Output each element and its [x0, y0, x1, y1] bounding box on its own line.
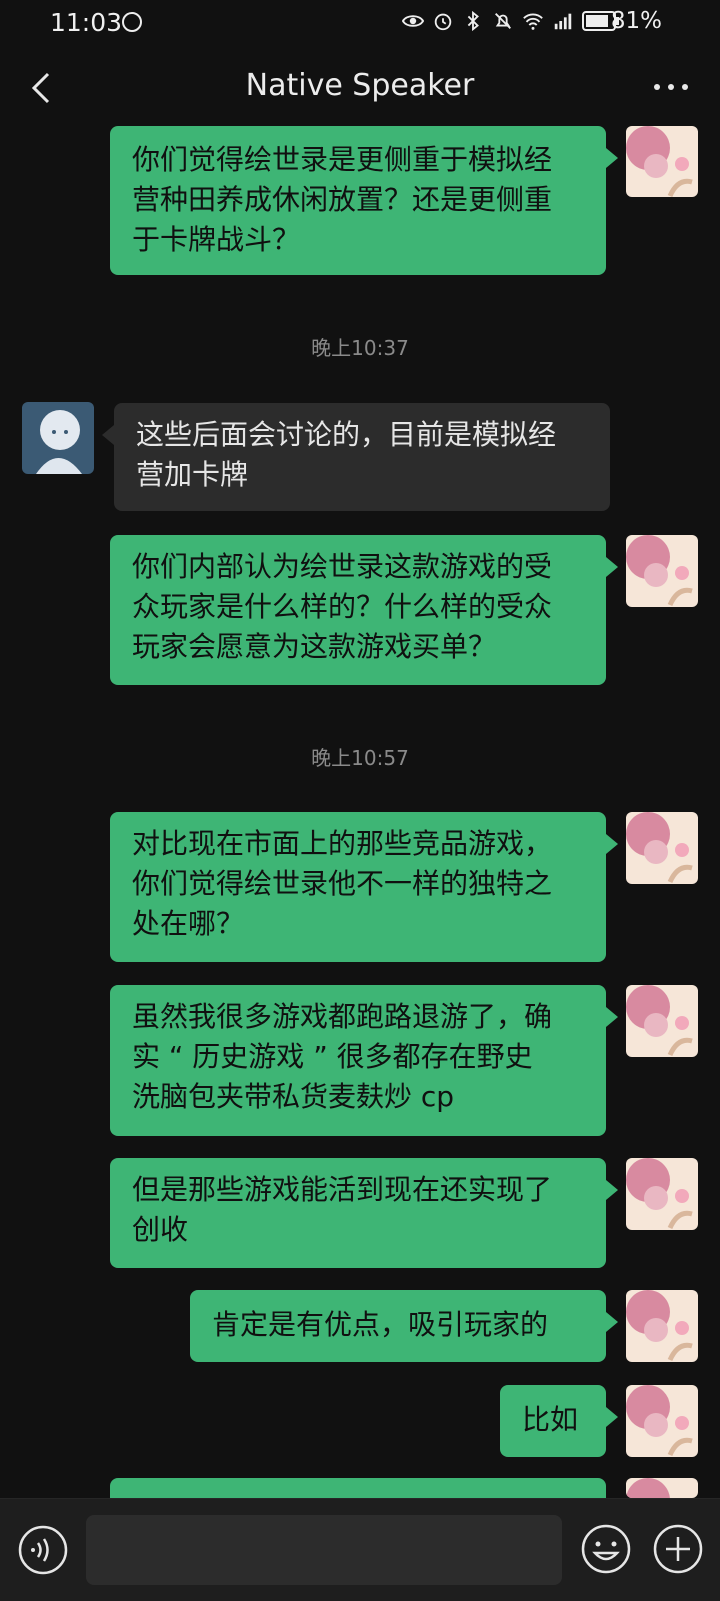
contact-avatar[interactable] [22, 402, 94, 474]
status-icons [402, 10, 620, 32]
timestamp: 晚上10:57 [311, 746, 409, 770]
user-avatar[interactable] [626, 985, 698, 1057]
message-bubble-received[interactable]: 这些后面会讨论的，目前是模拟经 营加卡牌 [102, 403, 610, 511]
input-bar [0, 1498, 720, 1601]
voice-icon[interactable] [18, 1525, 68, 1575]
chat-title: Native Speaker [245, 68, 475, 103]
message-bubble-sent[interactable]: 肯定是有优点，吸引玩家的 [190, 1290, 618, 1362]
more-icon[interactable] [648, 72, 694, 102]
message-bubble-sent[interactable]: 你们内部认为绘世录这款游戏的受 众玩家是什么样的？什么样的受众 玩家会愿意为这款… [110, 535, 618, 685]
timestamp: 晚上10:37 [311, 336, 409, 360]
message-bubble-sent[interactable]: 虽然我很多游戏都跑路退游了，确 实 “ 历史游戏 ” 很多都存在野史 洗脑包夹带… [110, 985, 618, 1136]
mute-icon [495, 13, 511, 29]
user-avatar[interactable] [626, 1385, 698, 1457]
message-input[interactable] [86, 1515, 562, 1585]
status-bar: 11:03 81% [0, 0, 720, 46]
message-bubble-sent[interactable]: 对比现在市面上的那些竞品游戏， 你们觉得绘世录他不一样的独特之 处在哪？ [110, 812, 618, 962]
status-time: 11:03 [50, 8, 123, 37]
message-bubble-sent[interactable]: 你们觉得绘世录是更侧重于模拟经 营种田养成休闲放置？还是更侧重 于卡牌战斗？ [110, 126, 618, 275]
message-bubble-sent[interactable]: 但是那些游戏能活到现在还实现了 创收 [110, 1158, 618, 1268]
plus-icon[interactable] [652, 1523, 704, 1575]
notification-icon [122, 12, 142, 32]
message-bubble-sent[interactable]: 比如 [500, 1385, 618, 1457]
eye-icon [402, 15, 424, 27]
chat-header: Native Speaker [0, 52, 720, 124]
user-avatar[interactable] [626, 1290, 698, 1362]
bluetooth-icon [467, 10, 479, 32]
emoji-icon[interactable] [580, 1523, 632, 1575]
user-avatar[interactable] [626, 1158, 698, 1230]
user-avatar[interactable] [626, 812, 698, 884]
wifi-icon [523, 13, 543, 30]
battery-percent: 81% [610, 8, 662, 34]
user-avatar[interactable] [626, 535, 698, 607]
user-avatar[interactable] [626, 126, 698, 197]
signal-icon [554, 13, 572, 30]
alarm-icon [434, 13, 452, 31]
user-avatar[interactable] [626, 1478, 698, 1498]
